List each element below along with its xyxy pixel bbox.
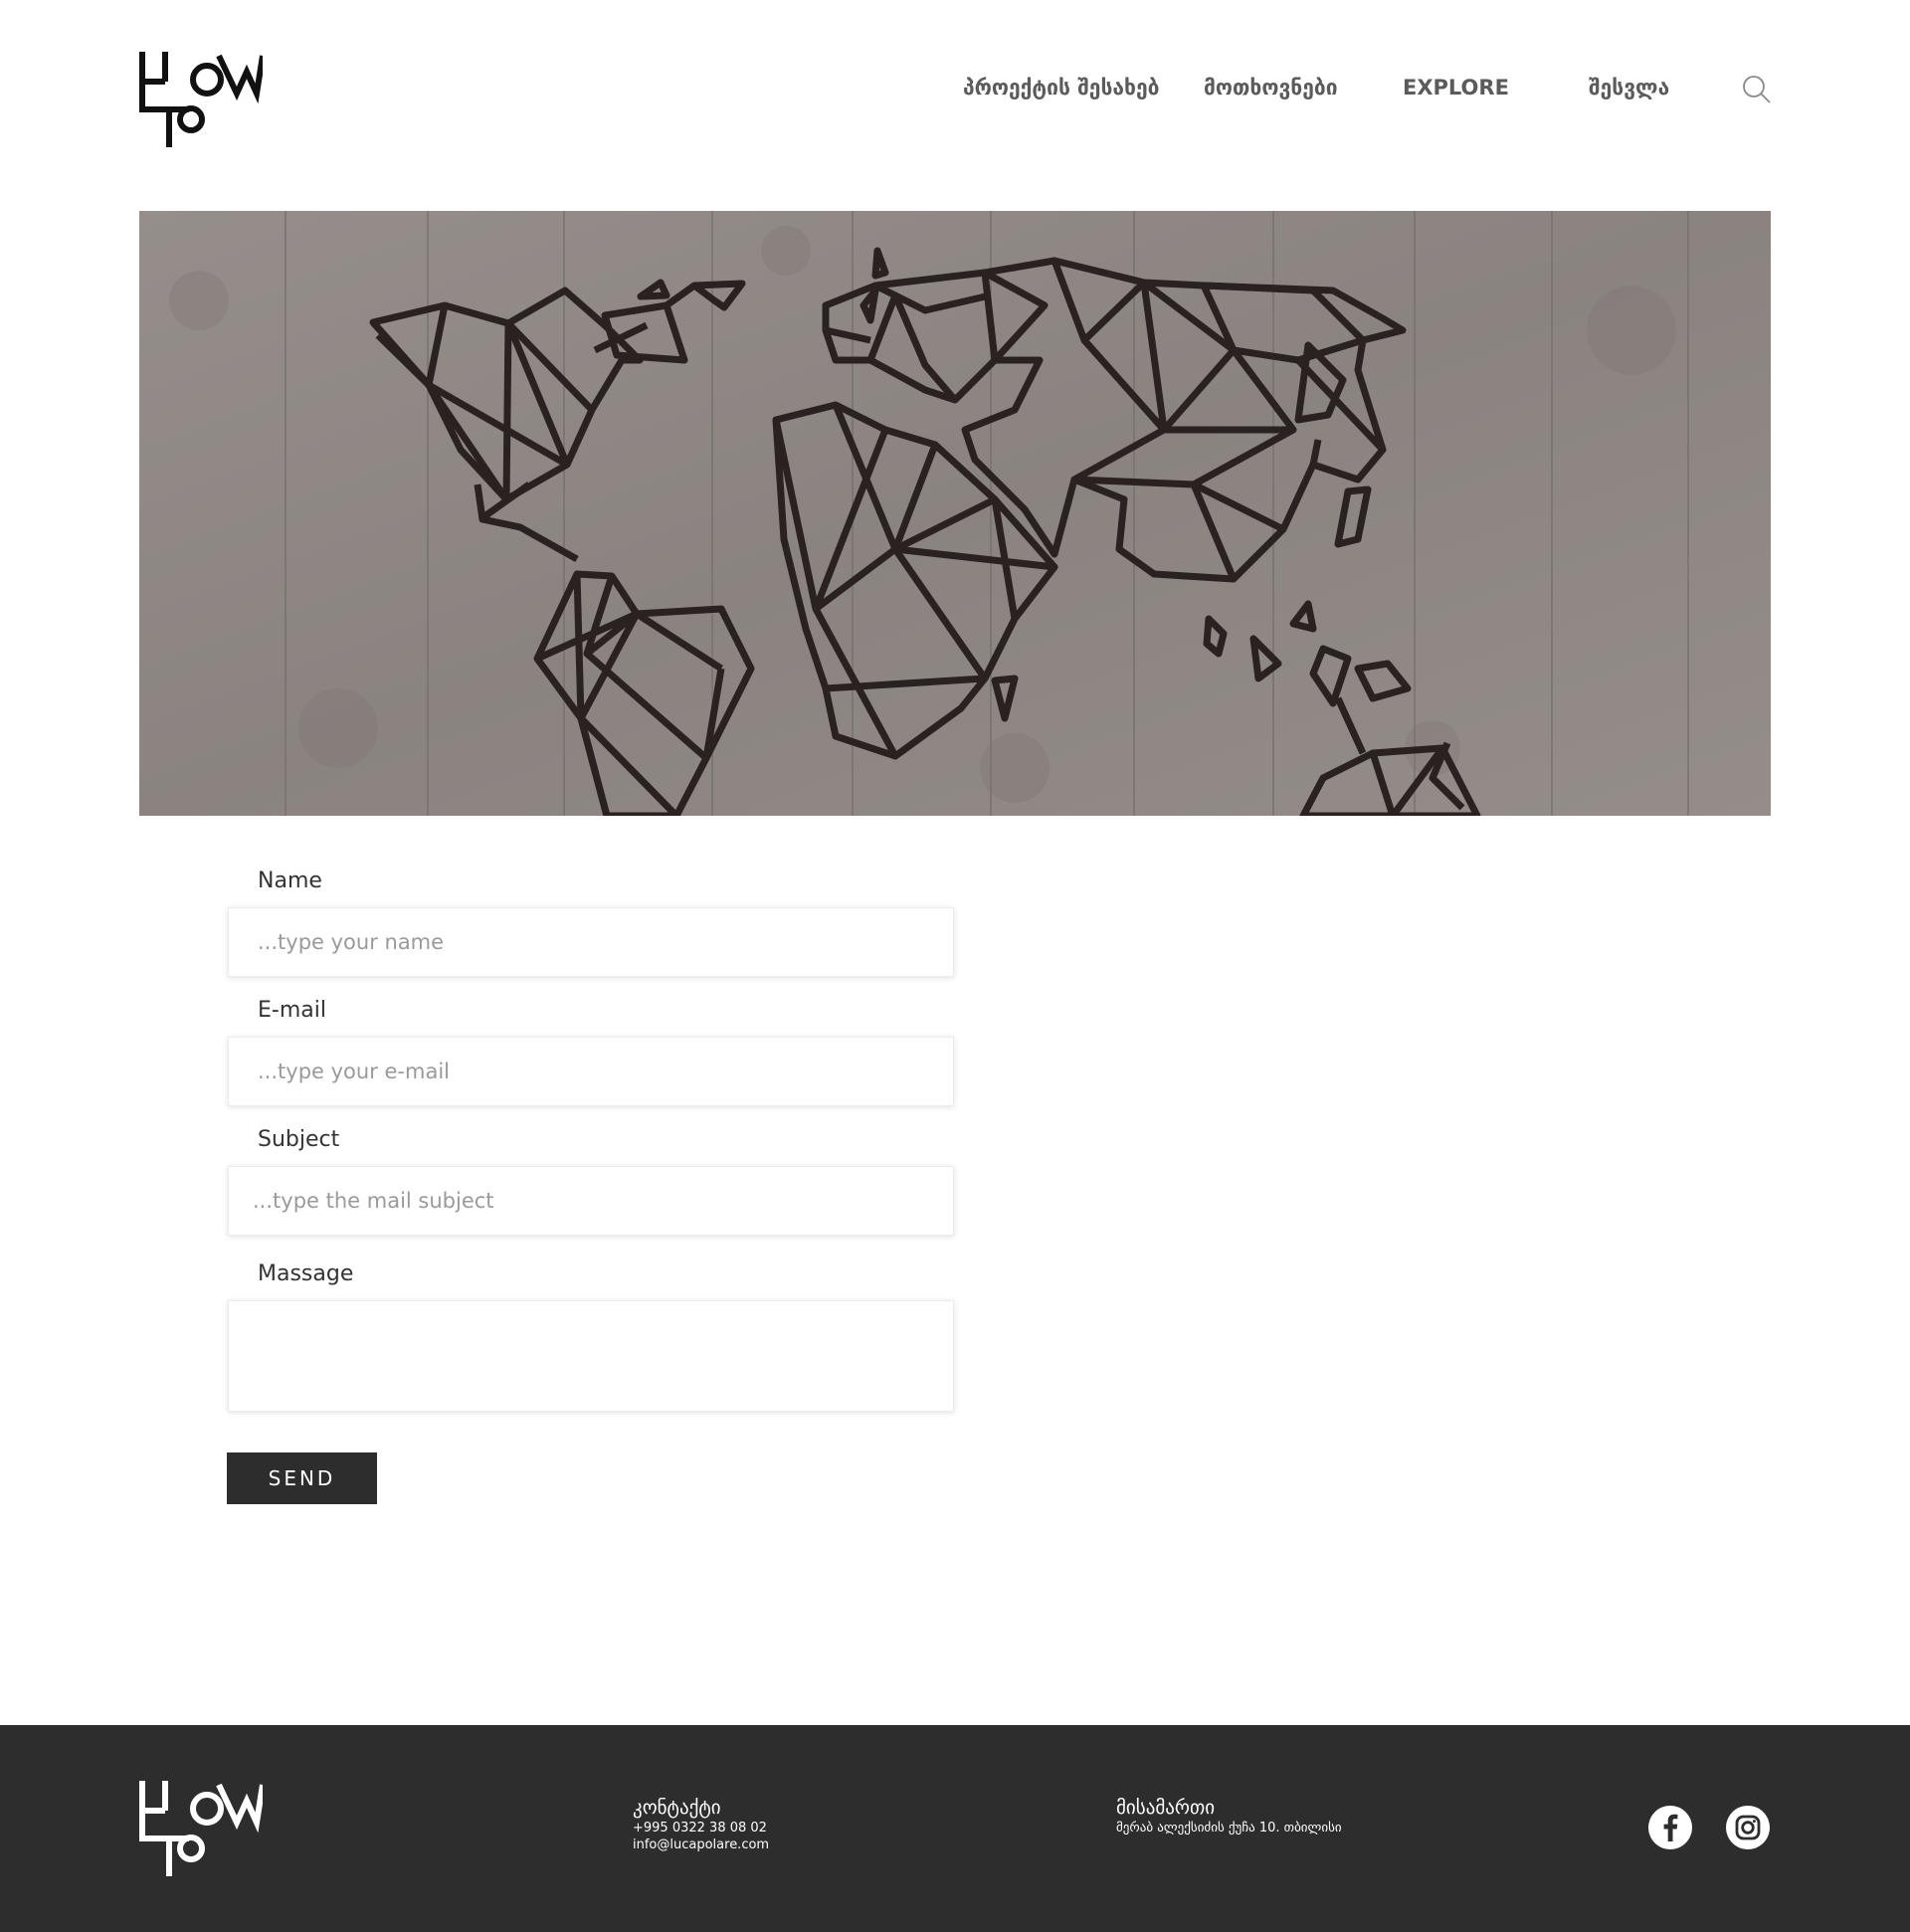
nav-item-requirements[interactable]: მოთხოვნები <box>1204 74 1338 101</box>
how-to-logo[interactable] <box>139 52 263 147</box>
email-input[interactable] <box>228 1037 954 1106</box>
address-line: მერაბ ალექსიძის ქუჩა 10. თბილისი <box>1116 1821 1342 1835</box>
footer-address: მისამართი მერაბ ალექსიძის ქუჩა 10. თბილი… <box>1116 1796 1342 1836</box>
name-label: Name <box>258 869 322 893</box>
footer: კონტაქტი +995 0322 38 08 02 info@lucapol… <box>0 1725 1910 1932</box>
subject-input[interactable] <box>228 1166 954 1236</box>
nav-item-explore[interactable]: EXPLORE <box>1403 74 1509 101</box>
contact-title: კონტაქტი <box>633 1797 721 1819</box>
how-to-logo-footer[interactable] <box>139 1781 263 1876</box>
instagram-icon[interactable] <box>1726 1806 1770 1849</box>
contact-email[interactable]: info@lucapolare.com <box>633 1836 769 1853</box>
nav-item-login[interactable]: შესვლა <box>1589 74 1669 101</box>
subject-label: Subject <box>258 1127 340 1152</box>
footer-contact: კონტაქტი +995 0322 38 08 02 info@lucapol… <box>633 1796 769 1853</box>
address-title: მისამართი <box>1116 1797 1216 1819</box>
search-icon[interactable] <box>1741 74 1773 105</box>
nav-item-about-project[interactable]: პროექტის შესახებ <box>963 74 1159 101</box>
facebook-icon[interactable] <box>1648 1806 1692 1849</box>
world-map-image <box>139 211 1771 816</box>
contact-phone[interactable]: +995 0322 38 08 02 <box>633 1820 769 1836</box>
message-textarea[interactable] <box>228 1300 954 1412</box>
message-label: Massage <box>258 1261 354 1286</box>
email-label: E-mail <box>258 998 326 1023</box>
name-input[interactable] <box>228 907 954 977</box>
hero-banner <box>139 211 1771 816</box>
send-button[interactable]: SEND <box>227 1452 377 1504</box>
